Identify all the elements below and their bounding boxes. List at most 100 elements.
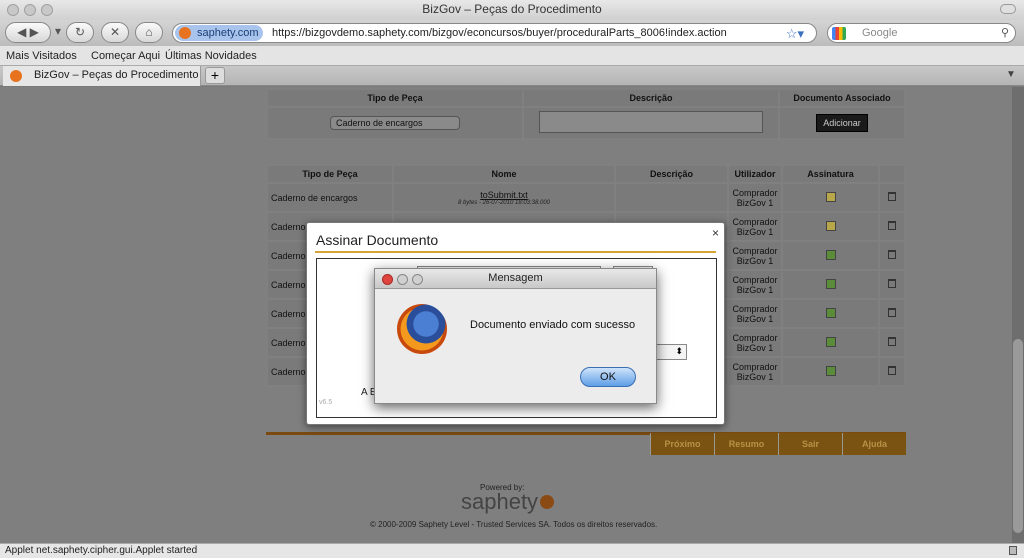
cell-descricao (616, 184, 727, 211)
ok-button[interactable]: OK (580, 367, 636, 387)
window-controls[interactable] (7, 3, 58, 21)
nav-resumo[interactable]: Resumo (714, 433, 778, 455)
cell-actions (880, 242, 904, 269)
modal-close-icon[interactable]: × (712, 226, 719, 240)
dialog-titlebar: Mensagem (375, 269, 656, 289)
nav-proximo[interactable]: Próximo (650, 433, 714, 455)
dialog-close-light[interactable] (382, 274, 393, 285)
file-link[interactable]: toSubmit.txt (394, 190, 614, 200)
tab-title[interactable]: BizGov – Peças do Procedimento (34, 69, 198, 81)
close-light[interactable] (7, 4, 19, 16)
trash-icon[interactable] (888, 192, 896, 201)
cell-actions (880, 213, 904, 240)
toolbar-toggle-button[interactable] (1000, 4, 1016, 14)
col-assinatura: Assinatura (783, 166, 878, 182)
bookmark-comecar-aqui[interactable]: Começar Aqui (91, 50, 160, 62)
dialog-zoom-light (412, 274, 423, 285)
back-forward-button[interactable]: ◀ ▶ (5, 22, 51, 43)
signed-certificate-icon[interactable] (825, 249, 836, 260)
search-magnifier-icon[interactable]: ⚲ (1001, 26, 1009, 39)
table-row: Caderno de encargos toSubmit.txt 8 bytes -… (268, 184, 904, 211)
trash-icon[interactable] (888, 221, 896, 230)
cell-assinatura (783, 271, 878, 298)
address-bar[interactable]: saphety.com https://bizgovdemo.saphety.c… (172, 23, 817, 43)
new-tab-button[interactable]: + (205, 67, 225, 84)
stop-icon[interactable]: ✕ (101, 22, 129, 43)
page-scrollbar[interactable] (1012, 87, 1024, 543)
tab-list-icon[interactable]: ▼ (1004, 69, 1018, 83)
col-nome: Nome (394, 166, 614, 182)
nav-sair[interactable]: Sair (778, 433, 842, 455)
cell-assinatura (783, 184, 878, 211)
site-favicon-icon (179, 27, 191, 39)
tab-bar: BizGov – Peças do Procedimento + ▼ (0, 66, 1024, 86)
signed-certificate-icon[interactable] (825, 278, 836, 289)
signed-certificate-icon[interactable] (825, 307, 836, 318)
trash-icon[interactable] (888, 279, 896, 288)
file-info: 8 bytes - 26-07-2010 18:03:38.000 (457, 199, 551, 206)
cell-assinatura (783, 300, 878, 327)
minimize-light[interactable] (24, 4, 36, 16)
window-title: BizGov – Peças do Procedimento (422, 2, 602, 16)
dialog-window-controls[interactable] (382, 273, 427, 292)
cell-actions (880, 300, 904, 327)
signed-certificate-icon[interactable] (825, 336, 836, 347)
bookmark-star-icon[interactable]: ☆▾ (786, 24, 804, 43)
lock-icon (1009, 546, 1017, 555)
sign-certificate-icon[interactable] (825, 191, 836, 202)
home-icon[interactable]: ⌂ (135, 22, 163, 43)
descricao-input[interactable] (539, 111, 763, 133)
col-tipo-peca: Tipo de Peça (268, 166, 392, 182)
applet-version: v6.5 (319, 399, 333, 406)
cell-assinatura (783, 213, 878, 240)
bookmark-ultimas-novidades[interactable]: Últimas Novidades (165, 50, 257, 62)
firefox-icon (397, 304, 447, 354)
cell-utilizador: Comprador BizGov 1 (729, 271, 781, 298)
applet-select-arrow-icon: ⬍ (675, 346, 683, 356)
bookmarks-bar: Mais Visitados Começar Aqui Últimas Novi… (0, 46, 1024, 66)
cell-actions (880, 271, 904, 298)
scrollbar-thumb[interactable] (1013, 339, 1023, 533)
forward-arrow-icon[interactable]: ▶ (30, 25, 39, 39)
browser-toolbar: ◀ ▶ ▾ ↻ ✕ ⌂ saphety.com https://bizgovde… (0, 20, 1024, 46)
col-descricao: Descrição (616, 166, 727, 182)
trash-icon[interactable] (888, 308, 896, 317)
cell-actions (880, 184, 904, 211)
modal-title-underline (315, 251, 716, 253)
status-text: Applet net.saphety.cipher.gui.Applet sta… (5, 545, 198, 556)
message-dialog: Mensagem Documento enviado com sucesso O… (374, 268, 657, 404)
dialog-minimize-light (397, 274, 408, 285)
saphety-logo: saphety (461, 489, 555, 515)
bottom-nav: Próximo Resumo Sair Ajuda (650, 433, 906, 455)
cell-utilizador: Comprador BizGov 1 (729, 300, 781, 327)
bookmark-mais-visitados[interactable]: Mais Visitados (6, 50, 77, 62)
header-tipo-peca: Tipo de Peça (268, 90, 522, 106)
cell-tipo: Caderno de encargos (268, 184, 392, 211)
signed-certificate-icon[interactable] (825, 365, 836, 376)
cell-nome: toSubmit.txt 8 bytes - 26-07-2010 18:03:3… (394, 184, 614, 211)
zoom-light[interactable] (41, 4, 53, 16)
url-text[interactable]: https://bizgovdemo.saphety.com/bizgov/ec… (272, 24, 727, 43)
add-part-form: Tipo de Peça Descrição Documento Associa… (266, 88, 906, 140)
status-bar: Applet net.saphety.cipher.gui.Applet sta… (0, 543, 1024, 558)
search-box[interactable]: Google ⚲ (827, 23, 1016, 43)
cell-utilizador: Comprador BizGov 1 (729, 329, 781, 356)
header-descricao: Descrição (524, 90, 778, 106)
trash-icon[interactable] (888, 337, 896, 346)
header-documento-associado: Documento Associado (780, 90, 904, 106)
sign-certificate-icon[interactable] (825, 220, 836, 231)
back-arrow-icon[interactable]: ◀ (17, 25, 26, 39)
reload-icon[interactable]: ↻ (66, 22, 94, 43)
cell-utilizador: Comprador BizGov 1 (729, 184, 781, 211)
search-placeholder[interactable]: Google (862, 24, 897, 43)
trash-icon[interactable] (888, 250, 896, 259)
tipo-peca-select[interactable]: Caderno de encargos (330, 116, 460, 130)
history-dropdown-icon[interactable]: ▾ (53, 22, 63, 43)
google-icon[interactable] (832, 27, 846, 40)
site-identity-badge[interactable]: saphety.com (175, 25, 263, 41)
add-button[interactable]: Adicionar (816, 114, 868, 132)
tab-active[interactable]: BizGov – Peças do Procedimento (3, 66, 201, 86)
cell-assinatura (783, 358, 878, 385)
trash-icon[interactable] (888, 366, 896, 375)
nav-ajuda[interactable]: Ajuda (842, 433, 906, 455)
